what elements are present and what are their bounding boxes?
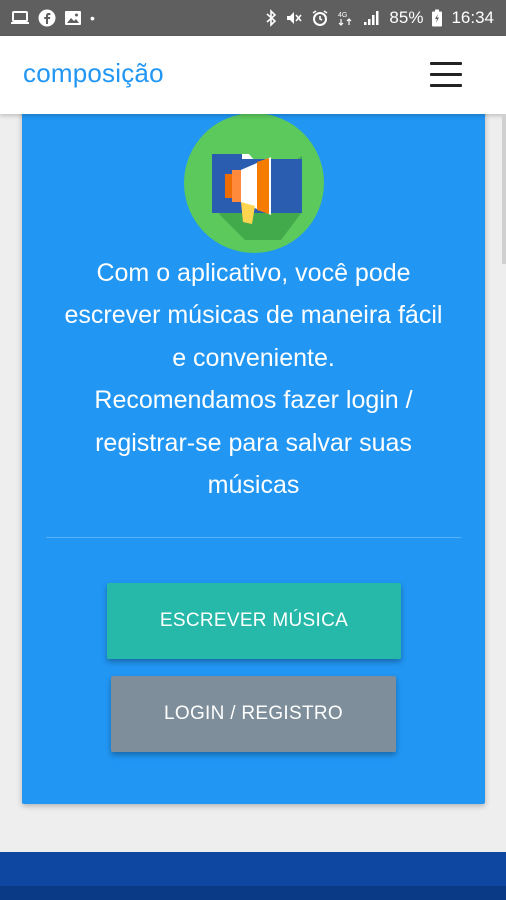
app-description: Com o aplicativo, você pode escrever mús… [22,252,485,506]
alarm-icon [311,9,329,27]
description-line: e conveniente. [172,343,335,372]
bluetooth-icon [265,9,277,27]
scrollbar[interactable] [502,114,506,264]
image-icon [64,10,82,26]
login-register-button[interactable]: LOGIN / REGISTRO [111,676,396,752]
clock: 16:34 [451,8,494,27]
4g-icon: 4G [337,9,355,27]
dot-icon: • [90,10,95,26]
app-bar: composição [0,36,506,114]
facebook-icon [38,9,56,27]
status-bar-left: • [10,9,95,27]
battery-icon [431,9,443,27]
signal-icon [363,10,381,26]
footer [0,852,506,900]
description-line: Recomendamos fazer login / [94,386,413,415]
app-title: composição [23,58,164,88]
description-line: músicas [207,471,300,500]
description-line: Com o aplicativo, você pode [96,259,411,287]
description-line: registrar-se para salvar suas [95,428,412,457]
folder-megaphone-icon [184,113,324,253]
svg-text:4G: 4G [338,12,347,19]
laptop-icon [10,10,30,26]
hamburger-menu-icon[interactable] [428,60,464,90]
battery-percentage: 85% [389,8,424,27]
write-music-button[interactable]: ESCREVER MÚSICA [107,583,401,659]
mute-icon [285,9,303,27]
description-line: escrever músicas de maneira fácil [64,301,443,330]
status-bar: • 4G 85% 16:34 [0,0,506,36]
divider [46,537,461,538]
status-bar-right: 4G 85% 16:34 [265,8,494,28]
intro-card: Com o aplicativo, você pode escrever mús… [22,100,485,804]
footer-strip [0,886,506,900]
